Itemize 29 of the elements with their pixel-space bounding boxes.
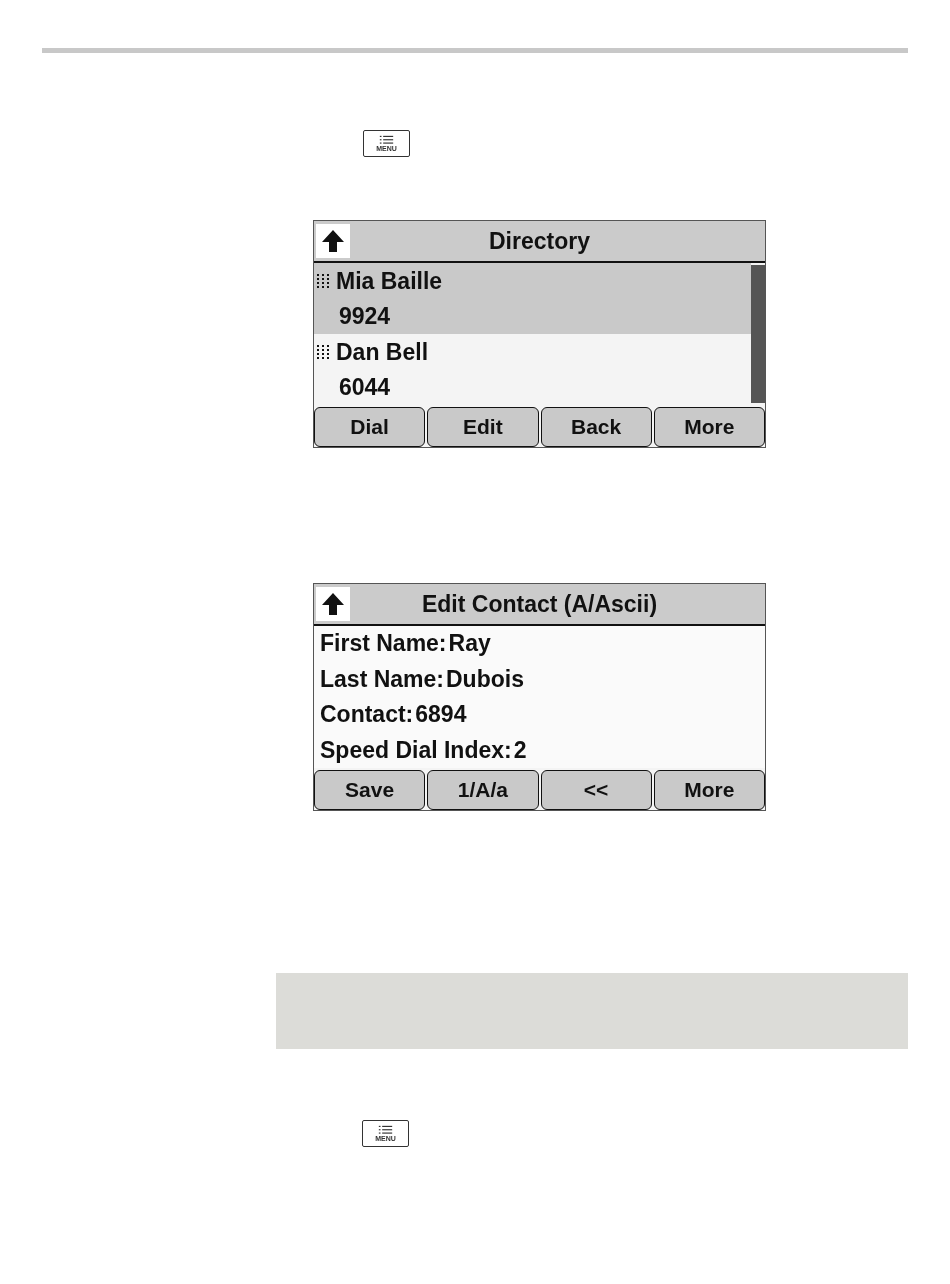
field-label: Speed Dial Index:: [320, 736, 512, 764]
softkey[interactable]: <<: [540, 770, 652, 810]
field-value[interactable]: Dubois: [446, 665, 524, 693]
contact-number: 9924: [339, 301, 392, 331]
field-label: Last Name:: [320, 665, 444, 693]
directory-entry[interactable]: Mia Baille 9924: [314, 263, 751, 334]
keypad-icon: [316, 343, 332, 361]
field-value[interactable]: 6894: [415, 701, 467, 729]
softkey[interactable]: Back: [540, 407, 652, 447]
softkey[interactable]: More: [653, 770, 765, 810]
field-label: First Name:: [320, 630, 447, 658]
field-value[interactable]: 2: [513, 736, 527, 764]
screen-title: Directory: [488, 227, 591, 255]
screen-title: Edit Contact (A/Ascii): [420, 590, 659, 618]
softkey[interactable]: Save: [314, 770, 426, 810]
field-value[interactable]: Ray: [448, 630, 491, 658]
softkey[interactable]: Dial: [314, 407, 426, 447]
softkey[interactable]: Edit: [427, 407, 539, 447]
softkey[interactable]: 1/A/a: [427, 770, 539, 810]
keypad-icon: [316, 272, 332, 290]
field-label: Contact:: [320, 701, 414, 729]
list-icon: [377, 1125, 394, 1135]
scrollbar[interactable]: [751, 265, 765, 403]
softkey[interactable]: More: [653, 407, 765, 447]
contact-name: Mia Baille: [336, 267, 443, 295]
contact-number: 6044: [339, 372, 392, 402]
contact-name: Dan Bell: [336, 338, 429, 366]
list-icon: [378, 135, 395, 145]
directory-entry[interactable]: Dan Bell 6044: [314, 334, 751, 405]
